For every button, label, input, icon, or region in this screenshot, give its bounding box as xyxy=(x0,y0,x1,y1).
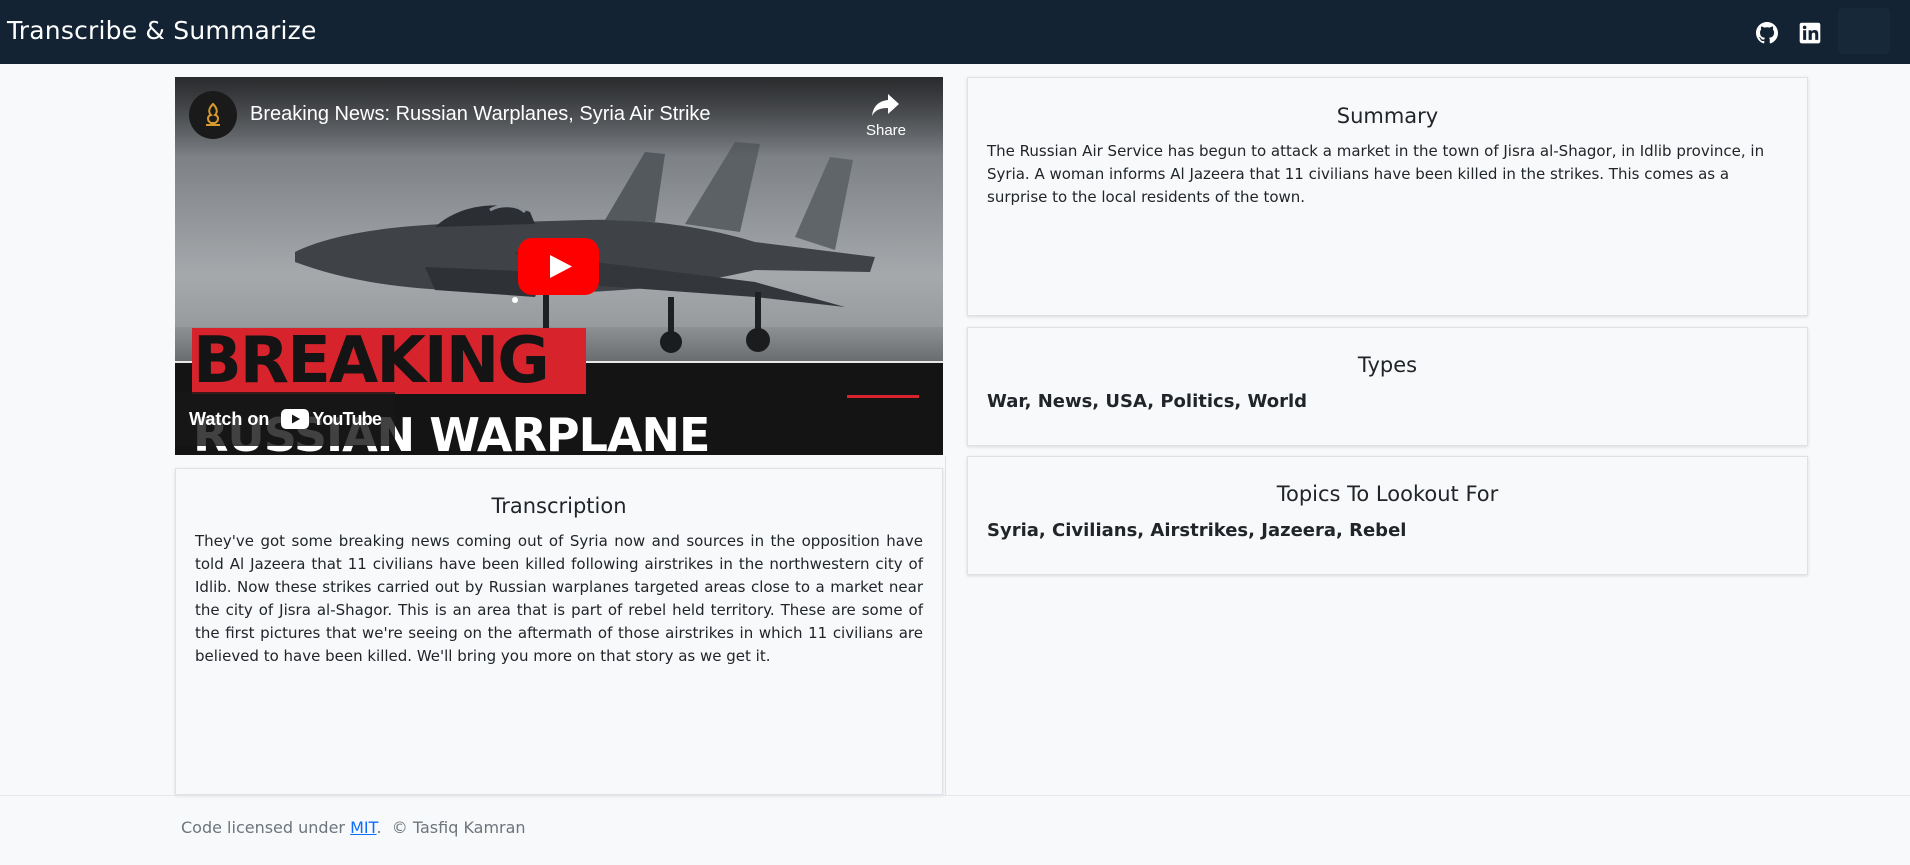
watch-on-label: Watch on xyxy=(189,408,270,429)
red-dash xyxy=(847,395,919,398)
share-button[interactable]: Share xyxy=(863,92,909,152)
channel-avatar[interactable] xyxy=(189,91,237,139)
topics-title: Topics To Lookout For xyxy=(1276,482,1499,506)
transcription-card: Transcription They've got some breaking … xyxy=(175,468,943,795)
footer-copyright: © Tasfiq Kamran xyxy=(391,818,526,837)
al-jazeera-logo-icon xyxy=(206,102,220,126)
play-button[interactable] xyxy=(518,238,599,295)
types-list: War, News, USA, Politics, World xyxy=(987,391,1308,412)
topics-card: Topics To Lookout For Syria, Civilians, … xyxy=(967,456,1808,575)
footer: Code licensed under MIT. © Tasfiq Kamran xyxy=(181,818,526,837)
summary-text: The Russian Air Service has begun to att… xyxy=(987,142,1765,206)
youtube-logo: YouTube xyxy=(281,408,382,430)
footer-period: . xyxy=(376,818,382,837)
transcription-title: Transcription xyxy=(491,494,627,518)
mit-license-link[interactable]: MIT xyxy=(350,818,376,837)
summary-card: Summary The Russian Air Service has begu… xyxy=(967,77,1808,316)
types-card: Types War, News, USA, Politics, World xyxy=(967,327,1808,446)
footer-license-prefix: Code licensed under xyxy=(181,818,345,837)
youtube-video-player[interactable]: BREAKING RUSSIAN WARPLANE Breaking News:… xyxy=(175,77,943,455)
watch-on-youtube-button[interactable]: Watch on YouTube xyxy=(175,392,396,446)
summary-title: Summary xyxy=(1336,104,1439,128)
video-title[interactable]: Breaking News: Russian Warplanes, Syria … xyxy=(250,103,711,126)
brand-title[interactable]: Transcribe & Summarize xyxy=(7,16,317,45)
transcription-text: They've got some breaking news coming ou… xyxy=(195,532,923,665)
share-label: Share xyxy=(865,122,907,139)
breaking-overlay-text: BREAKING xyxy=(193,324,550,398)
column-divider xyxy=(945,456,946,795)
linkedin-icon[interactable] xyxy=(1799,22,1821,44)
youtube-logo-icon xyxy=(281,409,310,429)
share-arrow-icon xyxy=(872,94,899,116)
topics-list: Syria, Civilians, Airstrikes, Jazeera, R… xyxy=(987,520,1407,541)
navbar-toggler[interactable] xyxy=(1838,8,1890,54)
github-icon[interactable] xyxy=(1756,22,1778,44)
footer-divider xyxy=(0,795,1910,796)
youtube-label: YouTube xyxy=(312,408,382,429)
types-title: Types xyxy=(1357,353,1418,377)
navbar: Transcribe & Summarize xyxy=(0,0,1910,64)
